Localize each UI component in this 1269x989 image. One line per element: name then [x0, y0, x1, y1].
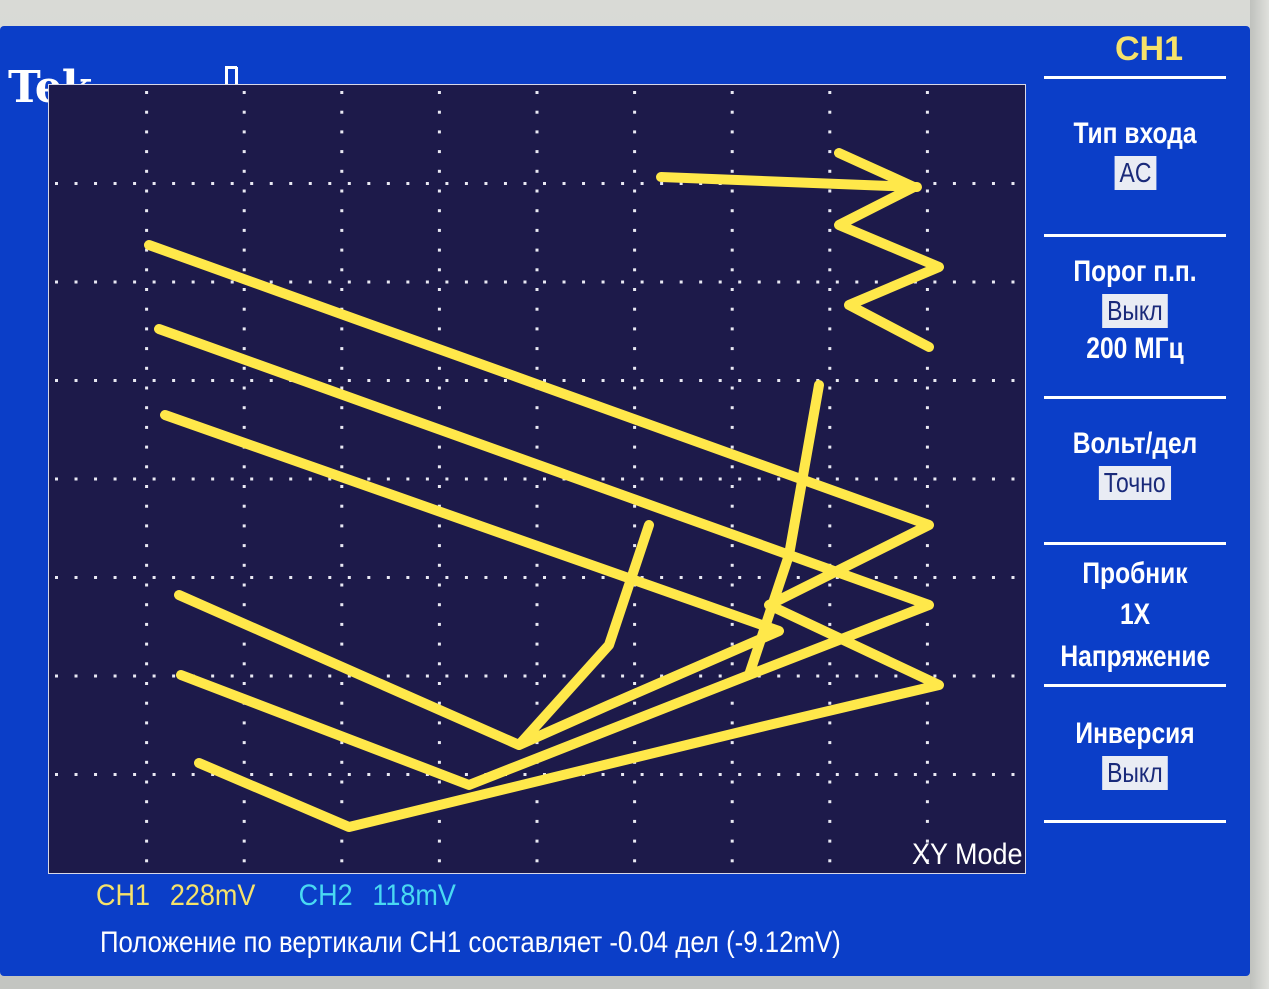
menu-divider — [1044, 396, 1226, 399]
menu-item-label: Вольт/дел — [1072, 427, 1198, 460]
menu-divider — [1044, 820, 1226, 823]
menu-item-probe-type: Напряжение — [1060, 640, 1211, 673]
menu-item-coupling[interactable]: Тип входа AC — [1044, 114, 1226, 190]
menu-item-label: Инверсия — [1075, 717, 1195, 750]
menu-item-value: Выкл — [1102, 756, 1168, 790]
menu-item-invert[interactable]: Инверсия Выкл — [1044, 714, 1226, 790]
graticule — [48, 84, 1026, 874]
menu-item-probe[interactable]: Пробник 1X Напряжение — [1044, 554, 1226, 678]
ch2-label: CH2 — [298, 879, 353, 912]
menu-divider — [1044, 76, 1226, 79]
menu-item-label: Порог п.п. — [1073, 255, 1197, 288]
status-message: Положение по вертикали CH1 составляет -0… — [100, 926, 841, 959]
xy-trace — [144, 148, 944, 832]
menu-item-label: Пробник — [1082, 557, 1188, 590]
menu-item-bandwidth-limit[interactable]: Порог п.п. Выкл 200 МГц — [1044, 252, 1226, 370]
menu-title: CH1 — [1114, 30, 1184, 68]
oscilloscope-screen: Tek XY Mode CH1228mVCH2118mV Положение п… — [0, 26, 1250, 976]
menu-divider — [1044, 234, 1226, 237]
menu-item-probe-ratio: 1X — [1119, 598, 1151, 631]
menu-item-value: Выкл — [1102, 294, 1168, 328]
side-menu-ch1: CH1 Тип входа AC Порог п.п. Выкл 200 МГц… — [1044, 26, 1250, 976]
bezel-edge — [1250, 0, 1269, 989]
menu-item-extra: 200 МГц — [1086, 332, 1184, 365]
channel-status-bar: CH1 228mV CH2 118mV — [96, 879, 456, 913]
menu-divider — [1044, 542, 1226, 545]
display-mode-label: XY Mode — [912, 838, 1023, 871]
graticule-svg — [55, 91, 1015, 863]
menu-item-value: AC — [1114, 156, 1156, 190]
menu-item-value: Точно — [1099, 466, 1171, 500]
menu-divider — [1044, 684, 1226, 687]
menu-item-volts-per-div[interactable]: Вольт/дел Точно — [1044, 424, 1226, 500]
ch1-label: CH1 — [96, 879, 151, 912]
menu-item-label: Тип входа — [1073, 117, 1197, 150]
ch1-scale: 228mV — [169, 879, 256, 912]
ch2-scale: 118mV — [372, 879, 456, 912]
